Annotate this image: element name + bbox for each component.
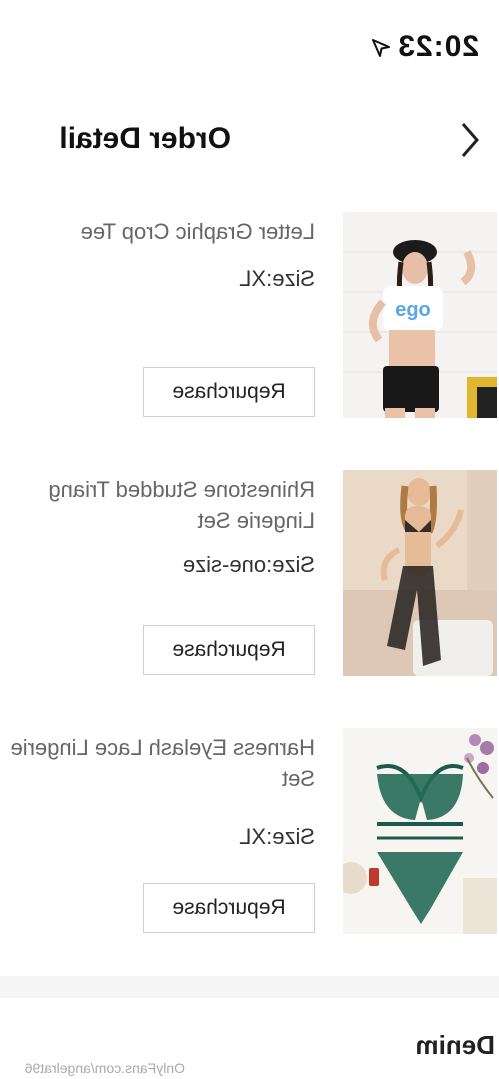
status-bar: 20:23 — [0, 0, 499, 90]
watermark: OnlyFans.com/angelrat96 — [24, 1060, 185, 1076]
product-name[interactable]: Letter Graphic Crop Tee — [0, 216, 315, 247]
product-image[interactable] — [343, 470, 497, 676]
product-size: Size:one-size — [182, 552, 315, 577]
mirrored-screen: 20:23 Order Detail ego Letter Graphic Cr… — [0, 0, 499, 1079]
location-arrow-icon — [372, 39, 390, 57]
section-title: Denim — [415, 1030, 495, 1060]
header: Order Detail — [0, 100, 499, 180]
product-name[interactable]: Rhinestone Studded Triang Lingerie Set — [0, 474, 315, 536]
repurchase-button[interactable]: Repurchase — [143, 625, 315, 675]
product-image[interactable] — [343, 728, 497, 934]
order-item: ego Letter Graphic Crop Tee Size:XL Repu… — [0, 212, 499, 418]
order-item: Harness Eyelash Lace Lingerie Set Size:X… — [0, 728, 499, 934]
section-divider — [0, 976, 499, 998]
svg-text:ego: ego — [395, 299, 431, 321]
order-item: Rhinestone Studded Triang Lingerie Set S… — [0, 470, 499, 676]
chevron-left-icon[interactable] — [455, 120, 485, 160]
repurchase-button[interactable]: Repurchase — [143, 367, 315, 417]
page-title: Order Detail — [59, 122, 231, 155]
product-name[interactable]: Harness Eyelash Lace Lingerie Set — [0, 732, 315, 794]
product-size: Size:XL — [239, 824, 315, 849]
repurchase-button[interactable]: Repurchase — [143, 883, 315, 933]
product-image[interactable]: ego — [343, 212, 497, 418]
product-size: Size:XL — [239, 266, 315, 291]
status-time: 20:23 — [397, 30, 479, 63]
